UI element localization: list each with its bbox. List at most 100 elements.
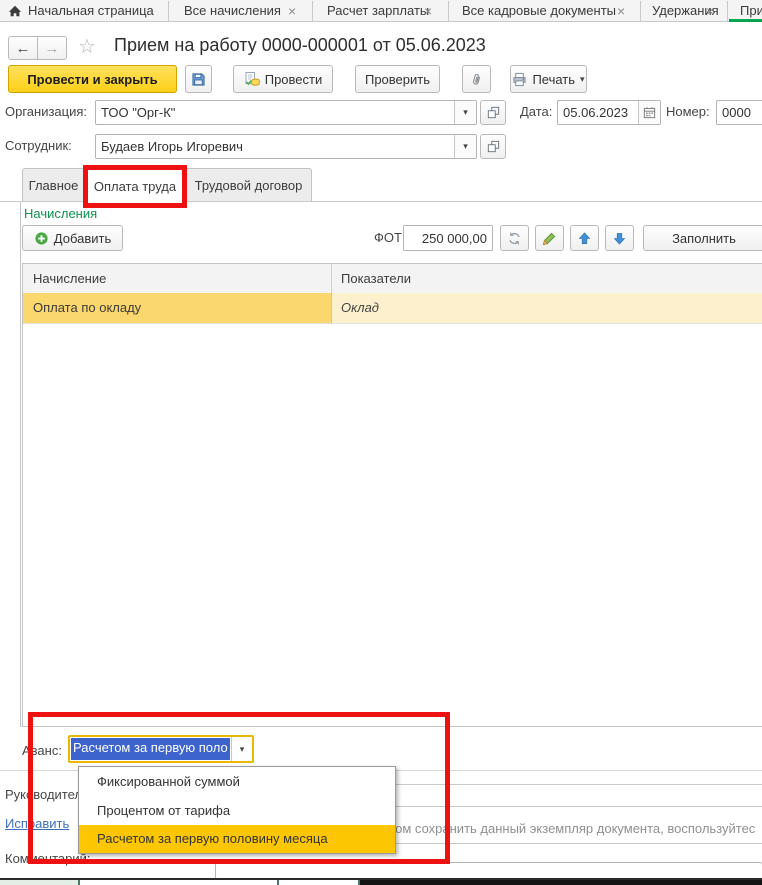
forward-arrow-icon: → (45, 40, 60, 57)
save-icon (191, 72, 206, 87)
tab-labor-contract[interactable]: Трудовой договор (185, 168, 312, 201)
date-label: Дата: (520, 104, 552, 119)
post-and-close-button[interactable]: Провести и закрыть (8, 65, 177, 93)
check-button[interactable]: Проверить (355, 65, 440, 93)
advance-combo[interactable]: Расчетом за первую поло ▾ (68, 735, 254, 763)
tab-main-label: Главное (29, 178, 79, 193)
organization-value: ТОО "Орг-К" (96, 105, 454, 120)
cell-accrual[interactable]: Оплата по окладу (23, 293, 332, 323)
tab-salary[interactable]: Оплата труда (85, 168, 185, 203)
refresh-button[interactable] (500, 225, 529, 251)
active-tab-underline (729, 19, 762, 22)
chevron-down-icon: ▾ (463, 141, 468, 152)
window-tab-bar: Начальная страница Все начисления × Расч… (0, 0, 762, 22)
organization-open-button[interactable] (480, 100, 506, 125)
employee-dropdown-button[interactable]: ▾ (454, 135, 476, 158)
calendar-icon (643, 106, 656, 119)
fix-link[interactable]: Исправить (5, 816, 69, 831)
employee-input[interactable]: Будаев Игорь Игоревич ▾ (95, 134, 477, 159)
close-icon[interactable]: × (617, 0, 625, 22)
accruals-table: Начисление Показатели Оплата по окладу О… (22, 263, 762, 727)
strip-cell (0, 880, 80, 885)
fix-hint-text: этом сохранить данный экземпляр документ… (383, 821, 762, 836)
calendar-button[interactable] (638, 101, 660, 124)
number-value: 0000 (717, 105, 762, 120)
print-button[interactable]: Печать ▾ (510, 65, 587, 93)
table-header-row: Начисление Показатели (23, 264, 762, 294)
organization-dropdown-button[interactable]: ▾ (454, 101, 476, 124)
chevron-down-icon: ▾ (580, 74, 585, 85)
accruals-section-title: Начисления (24, 206, 97, 221)
number-label: Номер: (666, 104, 710, 119)
close-icon[interactable]: × (424, 0, 432, 22)
background-window-strip (0, 878, 762, 885)
employee-label: Сотрудник: (5, 138, 72, 153)
tab-separator (727, 1, 728, 21)
option-fixed-amount[interactable]: Фиксированной суммой (79, 767, 395, 796)
page-left-border (20, 202, 21, 727)
attachments-button[interactable] (462, 65, 491, 93)
back-button[interactable]: ← (8, 36, 38, 60)
check-label: Проверить (365, 72, 430, 87)
number-input[interactable]: 0000 (716, 100, 762, 125)
refresh-icon (507, 231, 522, 246)
advance-label: Аванс: (22, 743, 62, 758)
post-label: Провести (265, 72, 323, 87)
fot-label: ФОТ: (374, 230, 406, 245)
chevron-down-icon: ▾ (463, 107, 468, 118)
edit-button[interactable] (535, 225, 564, 251)
cell-indicators-text: Оклад (341, 300, 379, 315)
forward-button[interactable]: → (37, 36, 67, 60)
close-icon[interactable]: × (706, 0, 714, 22)
cell-indicators[interactable]: Оклад (332, 293, 762, 323)
favorite-star-icon[interactable]: ☆ (78, 34, 96, 59)
add-button[interactable]: Добавить (22, 225, 123, 251)
pencil-icon (542, 231, 557, 246)
open-in-form-icon (487, 140, 500, 153)
advance-options-popup: Фиксированной суммой Процентом от тарифа… (78, 766, 396, 854)
option-percent-of-tariff[interactable]: Процентом от тарифа (79, 796, 395, 825)
column-separator[interactable] (331, 264, 332, 293)
printer-icon (512, 72, 527, 87)
fill-label: Заполнить (672, 231, 736, 246)
tab-salary-label: Оплата труда (94, 179, 176, 194)
tab-separator (168, 1, 169, 21)
tab-labor-contract-label: Трудовой договор (195, 178, 303, 193)
column-header-indicators[interactable]: Показатели (341, 271, 411, 286)
cell-accrual-text: Оплата по окладу (33, 300, 141, 315)
chevron-down-icon: ▾ (240, 744, 245, 755)
arrow-down-icon (612, 231, 627, 246)
tab-home[interactable]: Начальная страница (28, 0, 154, 22)
move-up-button[interactable] (570, 225, 599, 251)
fot-input[interactable]: 250 000,00 (403, 225, 493, 251)
page-title: Прием на работу 0000-000001 от 05.06.202… (114, 35, 486, 56)
tab-hr-documents[interactable]: Все кадровые документы (462, 0, 616, 22)
home-icon[interactable] (8, 4, 22, 18)
open-in-form-icon (487, 106, 500, 119)
tab-payroll[interactable]: Расчет зарплаты (327, 0, 429, 22)
tab-main[interactable]: Главное (22, 168, 85, 201)
fot-value: 250 000,00 (404, 231, 492, 246)
close-icon[interactable]: × (288, 0, 296, 22)
date-input[interactable]: 05.06.2023 (557, 100, 661, 125)
date-value: 05.06.2023 (558, 105, 638, 120)
tab-separator (448, 1, 449, 21)
post-and-close-label: Провести и закрыть (27, 72, 157, 87)
tab-all-accruals[interactable]: Все начисления (184, 0, 281, 22)
fill-button[interactable]: Заполнить (643, 225, 762, 251)
employee-open-button[interactable] (480, 134, 506, 159)
add-plus-icon (34, 231, 49, 246)
arrow-up-icon (577, 231, 592, 246)
option-first-half-month[interactable]: Расчетом за первую половину месяца (79, 825, 395, 853)
column-header-accrual[interactable]: Начисление (33, 271, 106, 286)
strip-dark-segment (360, 880, 762, 885)
table-row[interactable]: Оплата по окладу Оклад (23, 293, 762, 324)
organization-input[interactable]: ТОО "Орг-К" ▾ (95, 100, 477, 125)
move-down-button[interactable] (605, 225, 634, 251)
save-button[interactable] (185, 65, 212, 93)
advance-dropdown-button[interactable]: ▾ (231, 737, 252, 761)
employee-value: Будаев Игорь Игоревич (96, 139, 454, 154)
organization-label: Организация: (5, 104, 87, 119)
post-button[interactable]: Провести (233, 65, 333, 93)
post-icon (244, 71, 260, 87)
